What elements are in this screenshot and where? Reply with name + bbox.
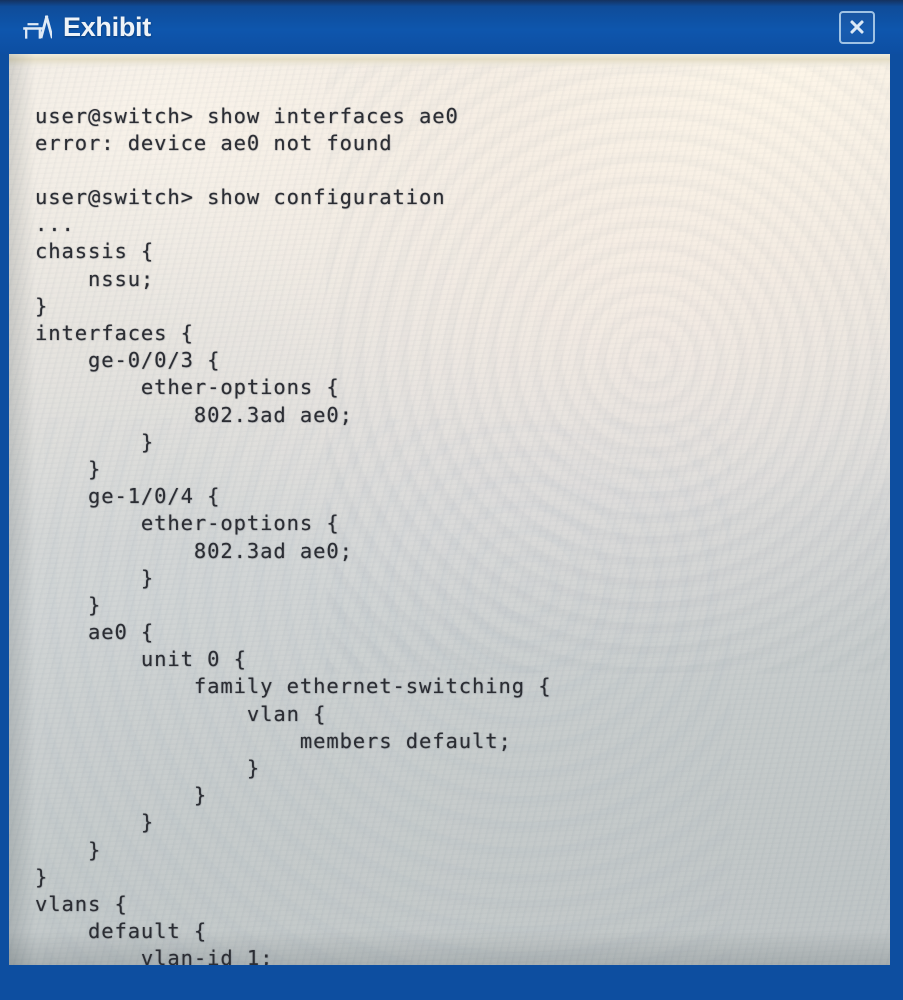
window-titlebar: Exhibit	[0, 0, 903, 54]
terminal-line: ge-1/0/4 {	[35, 484, 221, 509]
terminal-line: ...	[35, 212, 75, 237]
terminal-line: }	[35, 810, 155, 835]
terminal-line: nssu;	[35, 266, 155, 291]
terminal-line: 802.3ad ae0;	[35, 538, 353, 563]
terminal-line: default {	[35, 919, 208, 944]
terminal-line: vlans {	[35, 891, 128, 916]
terminal-line: }	[35, 864, 49, 889]
close-icon[interactable]	[839, 10, 875, 44]
terminal-line: user@switch> show interfaces ae0	[35, 103, 459, 128]
terminal-line: }	[35, 592, 102, 617]
terminal-line: family ethernet-switching {	[35, 674, 552, 699]
terminal-line: ether-options {	[35, 511, 340, 536]
terminal-line: }	[35, 837, 102, 862]
terminal-line: interfaces {	[35, 321, 194, 345]
terminal-line: unit 0 {	[35, 647, 247, 672]
terminal-line: 802.3ad ae0;	[35, 402, 353, 427]
terminal-line: }	[35, 565, 155, 590]
terminal-line: chassis {	[35, 239, 155, 264]
terminal-line: error: device ae0 not found	[35, 130, 393, 155]
paper-left-edge-shading	[9, 54, 35, 965]
exhibit-window: Exhibit user@switch> show interfaces ae0…	[0, 0, 903, 1000]
window-title: Exhibit	[63, 11, 151, 42]
exhibit-content-area: user@switch> show interfaces ae0 error: d…	[9, 54, 890, 965]
terminal-line: }	[35, 429, 155, 454]
paper-top-glare-band	[9, 54, 890, 68]
terminal-line: vlan {	[35, 701, 327, 726]
terminal-line: ge-0/0/3 {	[35, 348, 221, 373]
titlebar-left-group: Exhibit	[22, 11, 151, 42]
terminal-line: ether-options {	[35, 375, 340, 400]
terminal-line: ae0 {	[35, 620, 155, 645]
terminal-line: }	[35, 756, 261, 780]
terminal-line: }	[35, 293, 49, 318]
exhibit-easel-icon	[23, 14, 52, 39]
terminal-line: members default;	[35, 728, 512, 753]
terminal-line: vlan-id 1;	[35, 946, 274, 965]
terminal-line: user@switch> show configuration	[35, 185, 446, 210]
terminal-output: user@switch> show interfaces ae0 error: d…	[35, 103, 882, 966]
terminal-line: }	[35, 456, 102, 481]
terminal-line: }	[35, 783, 208, 808]
